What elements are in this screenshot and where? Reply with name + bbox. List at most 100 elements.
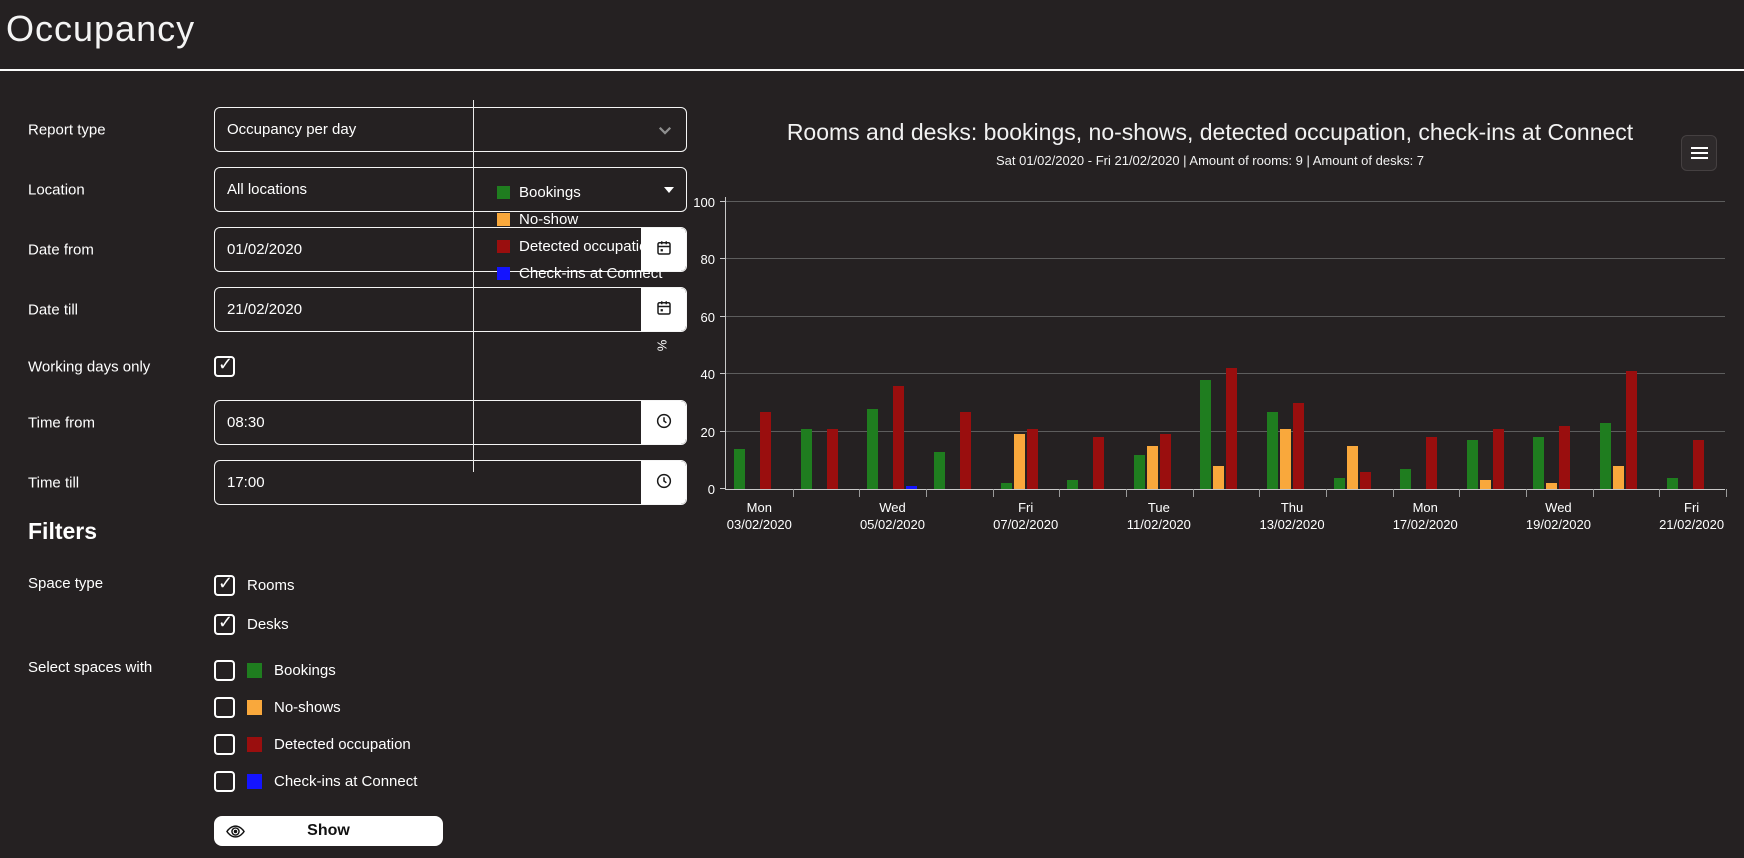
bar-detected-occupation	[893, 385, 905, 489]
bar-detected-occupation	[1559, 425, 1571, 489]
select-spaces-option-row: Bookings	[214, 660, 336, 681]
time-till-input[interactable]	[215, 461, 641, 504]
x-axis-label: Mon 17/02/2020	[1362, 499, 1489, 533]
bar-detected-occupation	[960, 411, 972, 489]
series-color-swatch	[247, 774, 262, 789]
series-filter-checkbox[interactable]	[214, 734, 235, 755]
bar-bookings	[1067, 480, 1079, 489]
bar-bookings	[867, 408, 879, 489]
select-spaces-with-label: Select spaces with	[28, 659, 153, 676]
x-axis-label-day: Mon	[1412, 500, 1438, 515]
show-button-label: Show	[307, 822, 350, 839]
report-type-select[interactable]: Occupancy per day	[214, 107, 687, 152]
bar-group: Mon 17/02/2020	[1392, 197, 1459, 532]
y-tick-label: 20	[700, 424, 715, 440]
time-from-input[interactable]	[215, 401, 641, 444]
bar-bookings	[1666, 477, 1678, 489]
series-filter-label: Bookings	[274, 662, 336, 679]
x-axis-label: Fri 21/02/2020	[1628, 499, 1744, 533]
bar-group: Fri 21/02/2020	[1658, 197, 1725, 532]
clock-icon	[655, 472, 673, 493]
chart-legend: Bookings No-show Detected occupation Check-…	[497, 184, 662, 292]
space-type-checkbox[interactable]	[214, 612, 235, 635]
bar-group: Wed 19/02/2020	[1525, 197, 1592, 532]
series-filter-checkbox[interactable]	[214, 660, 235, 681]
legend-item: Detected occupation	[497, 238, 662, 255]
x-axis-label: Tue 11/02/2020	[1096, 499, 1223, 533]
eye-icon	[226, 822, 245, 841]
working-days-label: Working days only	[28, 358, 151, 375]
bar-group	[1325, 197, 1392, 489]
date-from-row: Date from	[0, 227, 687, 272]
x-tick-mark	[992, 489, 994, 497]
bar-bookings	[1600, 423, 1612, 489]
date-till-input[interactable]	[215, 288, 641, 331]
bar-group: Wed 05/02/2020	[859, 197, 926, 532]
bar-group	[1192, 197, 1259, 489]
chart-subtitle: Sat 01/02/2020 - Fri 21/02/2020 | Amount…	[995, 153, 1425, 168]
bar-no-show	[1013, 434, 1025, 489]
date-till-label: Date till	[28, 301, 79, 318]
hamburger-icon	[1690, 147, 1708, 159]
x-tick-mark	[1192, 489, 1194, 497]
location-value: All locations	[227, 181, 308, 198]
x-tick-mark	[1326, 489, 1327, 497]
bar-bookings	[800, 428, 812, 489]
time-from-row: Time from	[0, 400, 687, 445]
space-type-checkbox[interactable]	[214, 573, 235, 596]
bar-detected-occupation	[1093, 437, 1105, 489]
x-axis-label-date: 19/02/2020	[1525, 517, 1591, 532]
x-axis-label: Thu 13/02/2020	[1229, 499, 1356, 533]
location-label: Location	[28, 181, 85, 198]
y-tick-label: 40	[700, 367, 715, 383]
series-filter-label: Detected occupation	[274, 736, 411, 753]
y-tick-label: 80	[700, 252, 715, 268]
bar-detected-occupation	[1026, 428, 1038, 489]
y-tick-label: 100	[693, 195, 715, 210]
x-tick-mark	[1259, 489, 1261, 497]
bar-no-show	[1546, 483, 1558, 489]
clock-icon	[655, 412, 673, 433]
bar-bookings	[1333, 477, 1345, 489]
chart-menu-button[interactable]	[1681, 135, 1717, 171]
space-type-option-label: Desks	[247, 616, 289, 633]
bar-group: Thu 13/02/2020	[1259, 197, 1326, 532]
report-type-label: Report type	[28, 121, 106, 138]
bar-no-show	[1479, 480, 1491, 489]
series-filter-label: No-shows	[274, 699, 341, 716]
space-type-option-row: Rooms	[214, 573, 295, 596]
x-axis-label-date: 11/02/2020	[1126, 517, 1191, 532]
bar-bookings	[1000, 483, 1012, 489]
legend-color-swatch	[497, 213, 510, 226]
bar-detected-occupation	[1359, 471, 1371, 489]
bar-bookings	[1533, 437, 1545, 489]
x-axis-label-date: 17/02/2020	[1392, 517, 1458, 532]
legend-label: Detected occupation	[519, 238, 656, 255]
legend-item: Bookings	[497, 184, 662, 201]
time-till-label: Time till	[28, 474, 80, 491]
select-spaces-option-row: No-shows	[214, 697, 341, 718]
working-days-row: Working days only	[0, 344, 473, 389]
x-tick-mark	[926, 489, 927, 497]
bar-bookings	[1267, 411, 1279, 489]
bar-bookings	[1133, 454, 1145, 489]
x-axis-label-day: Mon	[746, 500, 772, 515]
legend-label: Bookings	[519, 184, 581, 201]
y-axis-title: %	[654, 339, 670, 352]
working-days-checkbox[interactable]	[214, 354, 235, 377]
bar-detected-occupation	[1492, 428, 1504, 489]
x-axis-label-day: Tue	[1147, 500, 1170, 515]
bar-detected-occupation	[826, 428, 838, 489]
bar-bookings	[1400, 468, 1412, 489]
space-type-option-row: Desks	[214, 612, 289, 635]
series-filter-checkbox[interactable]	[214, 697, 235, 718]
show-button[interactable]: Show	[214, 816, 443, 846]
series-filter-label: Check-ins at Connect	[274, 773, 418, 790]
series-filter-checkbox[interactable]	[214, 771, 235, 792]
bar-no-show	[1280, 428, 1292, 489]
y-tick-label: 60	[700, 309, 715, 325]
filters-heading: Filters	[28, 518, 98, 544]
series-color-swatch	[247, 737, 262, 752]
time-from-label: Time from	[28, 414, 95, 431]
series-color-swatch	[247, 663, 262, 678]
